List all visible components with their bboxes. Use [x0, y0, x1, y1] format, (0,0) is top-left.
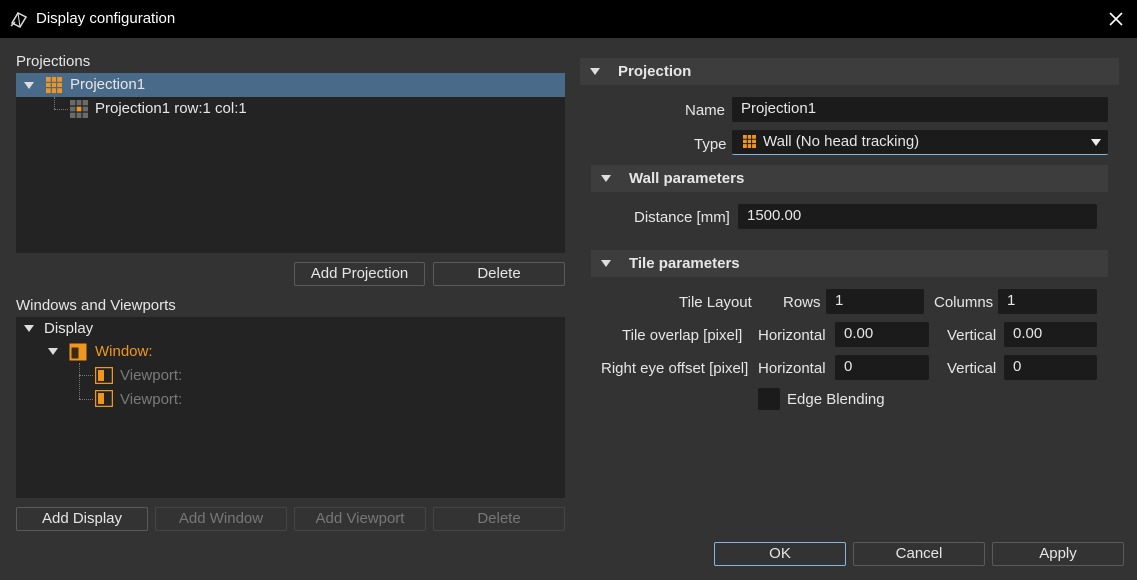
type-dropdown[interactable]: Wall (No head tracking) — [732, 130, 1108, 155]
overlap-horizontal-label: Horizontal — [758, 327, 826, 344]
section-title: Tile parameters — [629, 251, 740, 277]
viewport-icon — [95, 390, 113, 407]
tile-layout-label: Tile Layout — [679, 294, 752, 311]
expand-icon[interactable] — [24, 325, 34, 332]
type-label: Type — [694, 136, 727, 153]
add-projection-button[interactable]: Add Projection — [294, 262, 425, 286]
tree-label: Projection1 row:1 col:1 — [95, 100, 247, 117]
add-display-button[interactable]: Add Display — [16, 507, 148, 531]
tree-label: Viewport: — [120, 367, 182, 384]
close-icon[interactable] — [1105, 8, 1127, 30]
collapse-icon[interactable] — [590, 68, 600, 75]
tree-row-tile[interactable]: Projection1 row:1 col:1 — [16, 97, 565, 121]
rows-label: Rows — [783, 294, 821, 311]
projections-tree[interactable]: Projection1 Projection1 row:1 col:1 — [16, 73, 565, 253]
tile-overlap-label: Tile overlap [pixel] — [622, 327, 742, 344]
windows-tree[interactable]: Display Window: Viewport: Viewport: — [16, 317, 565, 498]
columns-field[interactable]: 1 — [998, 289, 1097, 314]
eye-vertical-field[interactable]: 0 — [1004, 355, 1097, 380]
tree-row-display[interactable]: Display — [16, 317, 565, 340]
overlap-vertical-field[interactable]: 0.00 — [1004, 322, 1097, 347]
tree-label: Viewport: — [120, 391, 182, 408]
delete-window-button[interactable]: Delete — [433, 507, 565, 531]
windows-header: Windows and Viewports — [16, 297, 176, 314]
eye-vertical-label: Vertical — [947, 360, 996, 377]
expand-icon[interactable] — [24, 82, 34, 89]
overlap-horizontal-field[interactable]: 0.00 — [835, 322, 929, 347]
window-icon — [69, 343, 87, 361]
collapse-icon[interactable] — [601, 175, 611, 182]
columns-label: Columns — [934, 294, 993, 311]
section-title: Wall parameters — [629, 166, 744, 192]
tree-label: Display — [44, 320, 93, 337]
viewport-icon — [95, 367, 113, 384]
tree-row-viewport[interactable]: Viewport: — [16, 387, 565, 410]
add-window-button[interactable]: Add Window — [155, 507, 287, 531]
delete-projection-button[interactable]: Delete — [433, 262, 565, 286]
section-title: Projection — [618, 59, 691, 85]
projections-header: Projections — [16, 53, 90, 70]
tree-row-viewport[interactable]: Viewport: — [16, 364, 565, 387]
grid-icon — [743, 135, 756, 148]
title-bar: Display configuration — [0, 0, 1137, 38]
rows-field[interactable]: 1 — [826, 289, 924, 314]
tree-label: Projection1 — [70, 76, 145, 93]
distance-label: Distance [mm] — [634, 209, 730, 226]
eye-horizontal-label: Horizontal — [758, 360, 826, 377]
grid-icon — [46, 77, 62, 93]
type-value: Wall (No head tracking) — [763, 133, 919, 150]
name-field[interactable]: Projection1 — [732, 97, 1108, 122]
wall-section-header[interactable]: Wall parameters — [591, 165, 1108, 192]
chevron-down-icon[interactable] — [1091, 139, 1101, 146]
overlap-vertical-label: Vertical — [947, 327, 996, 344]
expand-icon[interactable] — [48, 348, 58, 355]
collapse-icon[interactable] — [601, 260, 611, 267]
eye-horizontal-field[interactable]: 0 — [835, 355, 929, 380]
display-config-icon — [9, 9, 29, 29]
apply-button[interactable]: Apply — [992, 542, 1124, 566]
tile-section-header[interactable]: Tile parameters — [591, 250, 1108, 277]
ok-button[interactable]: OK — [714, 542, 846, 566]
tree-row-window[interactable]: Window: — [16, 340, 565, 363]
distance-field[interactable]: 1500.00 — [738, 204, 1097, 229]
name-label: Name — [685, 102, 725, 119]
tile-grid-icon — [70, 100, 88, 118]
edge-blending-label: Edge Blending — [787, 391, 885, 408]
window-title: Display configuration — [36, 10, 175, 27]
edge-blending-checkbox[interactable] — [758, 388, 780, 410]
add-viewport-button[interactable]: Add Viewport — [294, 507, 426, 531]
tree-label: Window: — [95, 343, 153, 360]
projection-section-header[interactable]: Projection — [580, 58, 1119, 85]
cancel-button[interactable]: Cancel — [853, 542, 985, 566]
tree-row-projection1[interactable]: Projection1 — [16, 73, 565, 97]
right-eye-offset-label: Right eye offset [pixel] — [601, 360, 748, 377]
